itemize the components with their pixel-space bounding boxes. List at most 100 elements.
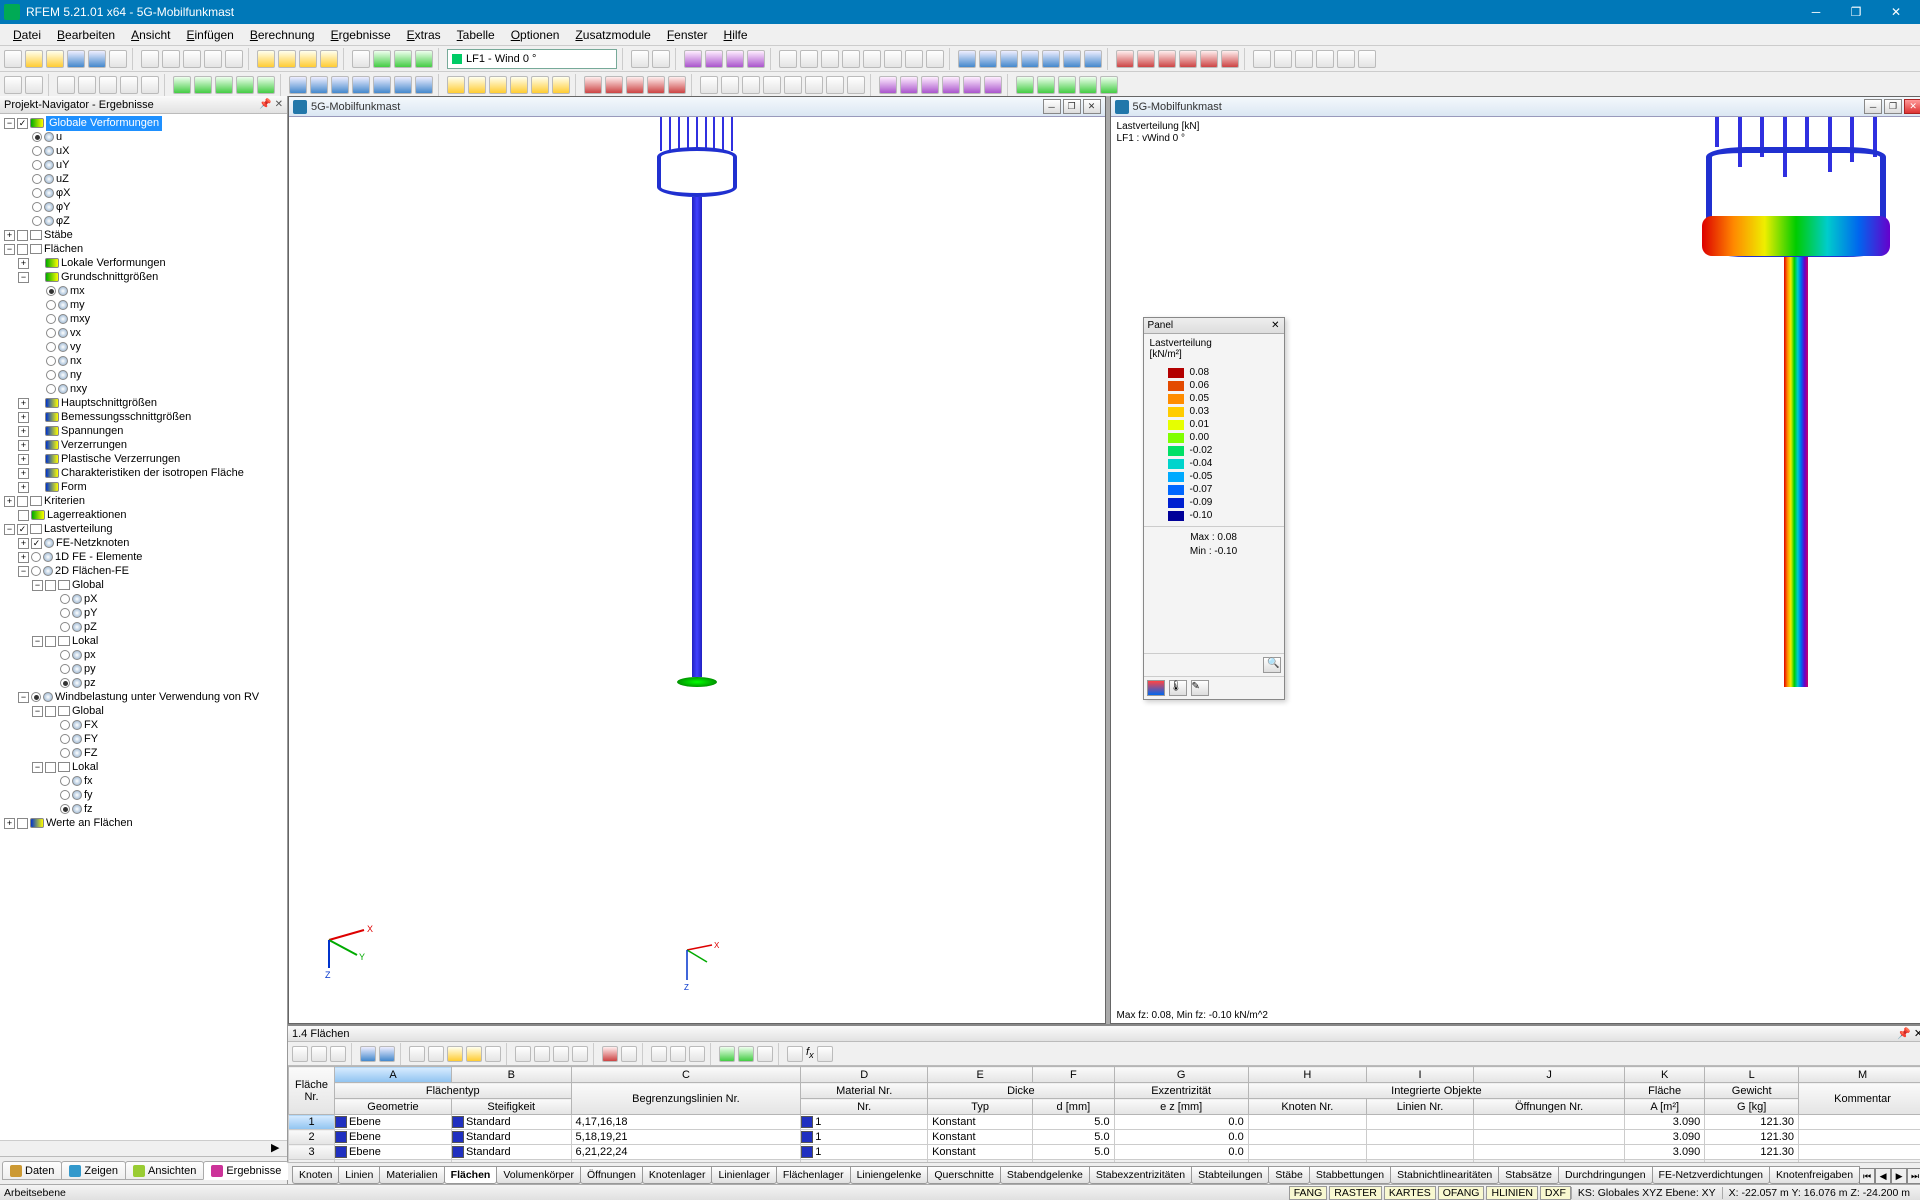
tree-item[interactable]: +Lokale Verformungen — [2, 256, 285, 270]
tool-icon[interactable] — [668, 76, 686, 94]
tool-icon[interactable] — [57, 76, 75, 94]
tool-icon[interactable] — [1084, 50, 1102, 68]
tool-icon[interactable] — [515, 1046, 531, 1062]
tree-item[interactable]: φZ — [2, 214, 285, 228]
tool-icon[interactable] — [409, 1046, 425, 1062]
tree-item[interactable]: vx — [2, 326, 285, 340]
tool-icon[interactable] — [485, 1046, 501, 1062]
grid-tab[interactable]: Materialien — [379, 1166, 444, 1184]
tool-icon[interactable] — [1100, 76, 1118, 94]
tool-icon[interactable] — [67, 50, 85, 68]
tool-icon[interactable] — [1000, 50, 1018, 68]
tree-item[interactable]: +1D FE - Elemente — [2, 550, 285, 564]
tool-icon[interactable] — [684, 50, 702, 68]
tool-icon[interactable] — [721, 76, 739, 94]
grid-tab[interactable]: FE-Netzverdichtungen — [1652, 1166, 1770, 1184]
tool-icon[interactable] — [289, 76, 307, 94]
tree-item[interactable]: u — [2, 130, 285, 144]
tree-item[interactable]: mx — [2, 284, 285, 298]
radio[interactable] — [31, 552, 41, 562]
tool-icon[interactable] — [1200, 50, 1218, 68]
minimize-button[interactable]: ─ — [1796, 0, 1836, 24]
menu-fenster[interactable]: Fenster — [660, 26, 715, 44]
tree-item[interactable]: +Charakteristiken der isotropen Fläche — [2, 466, 285, 480]
tree-item[interactable]: fx — [2, 774, 285, 788]
checkbox[interactable] — [18, 510, 29, 521]
datagrid-table[interactable]: FlächeNr.ABCDEFGHIJKLMFlächentypBegrenzu… — [288, 1066, 1920, 1162]
expand-icon[interactable]: + — [4, 496, 15, 507]
zoom-icon[interactable]: 🔍 — [1263, 657, 1281, 673]
tree-item[interactable]: FY — [2, 732, 285, 746]
legend-panel[interactable]: Panel✕ Lastverteilung [kN/m²] 0.08 0.06 … — [1143, 317, 1285, 700]
checkbox[interactable] — [17, 230, 28, 241]
tool-icon[interactable] — [1221, 50, 1239, 68]
tool-icon[interactable] — [215, 76, 233, 94]
table-row[interactable]: 2EbeneStandard5,18,19,211Konstant5.00.03… — [289, 1130, 1920, 1145]
radio[interactable] — [60, 776, 70, 786]
tool-icon[interactable] — [763, 76, 781, 94]
tree-item[interactable]: fz — [2, 802, 285, 816]
tool-icon[interactable] — [726, 50, 744, 68]
tool-icon[interactable] — [921, 76, 939, 94]
tree-item[interactable]: nxy — [2, 382, 285, 396]
checkbox[interactable]: ✓ — [17, 118, 28, 129]
checkbox[interactable]: ✓ — [31, 538, 42, 549]
grid-tab[interactable]: Liniengelenke — [850, 1166, 929, 1184]
tool-icon[interactable] — [652, 50, 670, 68]
panel-btn-icon[interactable] — [1147, 680, 1165, 696]
tree-item[interactable]: pZ — [2, 620, 285, 634]
tool-icon[interactable] — [651, 1046, 667, 1062]
grid-tab[interactable]: Volumenkörper — [496, 1166, 581, 1184]
grid-tab[interactable]: Flächenlager — [776, 1166, 851, 1184]
expand-icon[interactable]: + — [18, 552, 29, 563]
menu-datei[interactable]: Datei — [6, 26, 48, 44]
panel-header[interactable]: Panel✕ — [1144, 318, 1284, 334]
tool-icon[interactable] — [879, 76, 897, 94]
tool-icon[interactable] — [88, 50, 106, 68]
tree-item[interactable]: mxy — [2, 312, 285, 326]
radio[interactable] — [60, 650, 70, 660]
tool-icon[interactable] — [572, 1046, 588, 1062]
tool-icon[interactable] — [884, 50, 902, 68]
tool-icon[interactable] — [99, 76, 117, 94]
tool-icon[interactable] — [311, 1046, 327, 1062]
view-min-button[interactable]: ─ — [1864, 99, 1882, 114]
tool-icon[interactable] — [847, 76, 865, 94]
tool-icon[interactable] — [900, 76, 918, 94]
tool-icon[interactable] — [531, 76, 549, 94]
tab-ansichten[interactable]: Ansichten — [125, 1161, 204, 1180]
navigator-tree[interactable]: −✓Globale VerformungenuuXuYuZφXφYφZ+Stäb… — [0, 114, 287, 1140]
tab-daten[interactable]: Daten — [2, 1161, 62, 1180]
grid-tab[interactable]: Öffnungen — [580, 1166, 643, 1184]
tree-item[interactable]: ny — [2, 368, 285, 382]
grid-tab[interactable]: Stabsätze — [1498, 1166, 1559, 1184]
tool-icon[interactable] — [742, 76, 760, 94]
radio[interactable] — [46, 328, 56, 338]
menu-tabelle[interactable]: Tabelle — [450, 26, 502, 44]
tool-icon[interactable] — [360, 1046, 376, 1062]
grid-tab[interactable]: Stabteilungen — [1191, 1166, 1269, 1184]
tool-icon[interactable] — [800, 50, 818, 68]
tree-item[interactable]: pX — [2, 592, 285, 606]
radio[interactable] — [32, 146, 42, 156]
panel-close-icon[interactable]: ✕ — [1271, 320, 1279, 331]
expand-icon[interactable]: + — [18, 258, 29, 269]
tree-item[interactable]: FZ — [2, 746, 285, 760]
grid-tab[interactable]: Stabnichtlinearitäten — [1390, 1166, 1499, 1184]
checkbox[interactable] — [45, 762, 56, 773]
tree-item[interactable]: +Hauptschnittgrößen — [2, 396, 285, 410]
tool-icon[interactable] — [447, 1046, 463, 1062]
tool-icon[interactable] — [292, 1046, 308, 1062]
tool-icon[interactable] — [379, 1046, 395, 1062]
menu-einfuegen[interactable]: Einfügen — [179, 26, 240, 44]
tool-icon[interactable] — [352, 50, 370, 68]
view-max-button[interactable]: ❐ — [1884, 99, 1902, 114]
tool-icon[interactable] — [552, 76, 570, 94]
radio[interactable] — [32, 188, 42, 198]
grid-tab[interactable]: Stäbe — [1268, 1166, 1309, 1184]
tool-icon[interactable] — [621, 1046, 637, 1062]
tree-item[interactable]: uY — [2, 158, 285, 172]
tool-icon[interactable] — [162, 50, 180, 68]
menu-extras[interactable]: Extras — [400, 26, 448, 44]
menu-bearbeiten[interactable]: Bearbeiten — [50, 26, 122, 44]
